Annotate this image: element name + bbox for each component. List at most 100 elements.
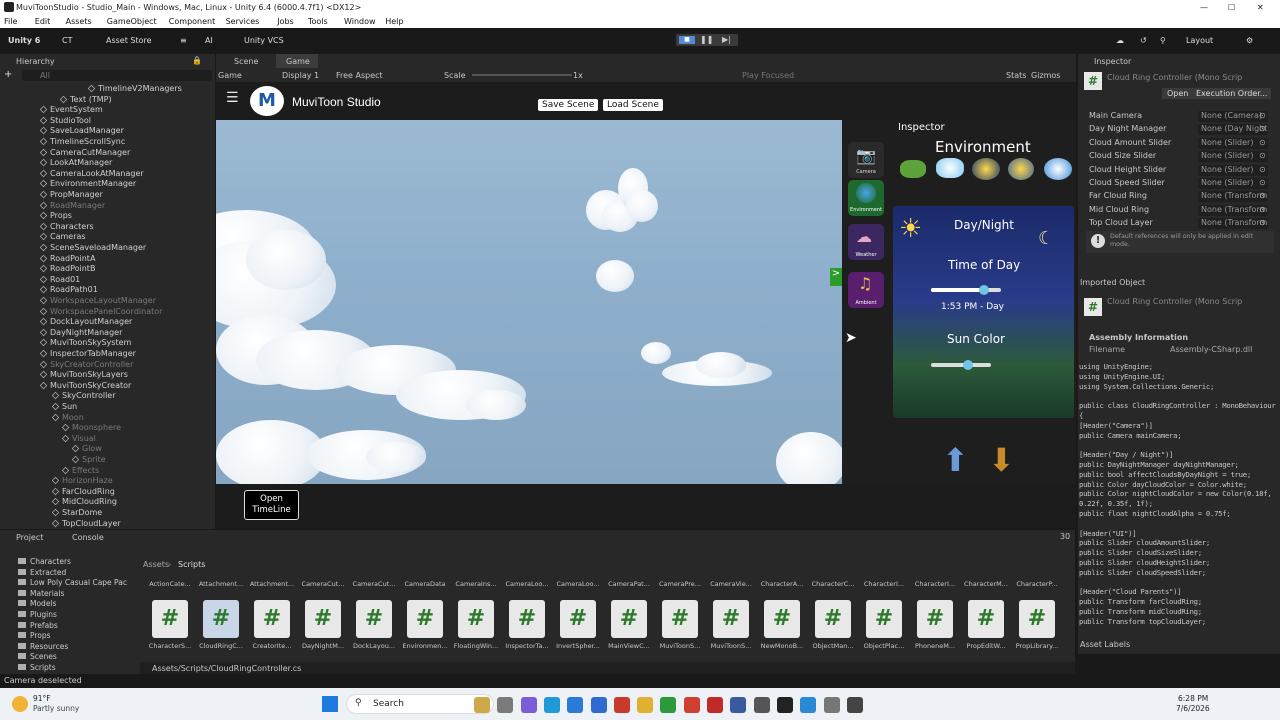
property-field[interactable]: None (Transform) xyxy=(1198,218,1268,230)
script-asset-icon[interactable]: # xyxy=(764,600,800,638)
object-picker-icon[interactable]: ⊙ xyxy=(1259,124,1266,133)
unity-vcs-button[interactable]: Unity VCS xyxy=(244,36,284,45)
hierarchy-item[interactable]: StudioTool xyxy=(0,116,213,127)
preset-sun-moon-icon[interactable] xyxy=(972,158,1000,180)
property-field[interactable]: None (Transform) xyxy=(1198,204,1268,216)
hierarchy-item[interactable]: Props xyxy=(0,211,213,222)
object-picker-icon[interactable]: ⊙ xyxy=(1259,178,1266,187)
taskbar-app-icon[interactable] xyxy=(707,697,723,713)
script-asset-icon[interactable]: # xyxy=(152,600,188,638)
sun-color-slider[interactable] xyxy=(931,360,991,370)
down-arrow-icon[interactable]: ⬇ xyxy=(988,444,1015,476)
hierarchy-item[interactable]: Glow xyxy=(0,444,213,455)
hierarchy-item[interactable]: Road01 xyxy=(0,275,213,286)
menu-item-services[interactable]: Services xyxy=(226,17,260,26)
folder-item[interactable]: Resources xyxy=(18,642,68,651)
menu-icon[interactable]: ☰ xyxy=(226,90,239,106)
hierarchy-item[interactable]: EventSystem xyxy=(0,105,213,116)
hierarchy-item[interactable]: HorizonHaze xyxy=(0,476,213,487)
folder-item[interactable]: Plugins xyxy=(18,610,57,619)
menu-item-help[interactable]: Help xyxy=(385,17,403,26)
scale-slider[interactable] xyxy=(472,74,572,76)
taskbar-app-icon[interactable] xyxy=(637,697,654,713)
unity-account-button[interactable]: Unity 6 xyxy=(8,36,40,45)
taskbar-app-icon[interactable] xyxy=(660,697,677,713)
tab-project[interactable]: Project xyxy=(16,533,43,542)
taskbar-app-icon[interactable] xyxy=(590,697,607,713)
script-asset-icon[interactable]: # xyxy=(509,600,545,638)
object-picker-icon[interactable]: ⊙ xyxy=(1259,218,1266,227)
taskbar-app-icon[interactable] xyxy=(800,697,817,713)
folder-item[interactable]: Scripts xyxy=(18,663,56,672)
script-asset-icon[interactable]: # xyxy=(713,600,749,638)
taskbar-app-icon[interactable] xyxy=(730,697,747,713)
tab-hierarchy[interactable]: Hierarchy xyxy=(16,57,55,66)
hierarchy-item[interactable]: StarDome xyxy=(0,508,213,519)
folder-item[interactable]: Scenes xyxy=(18,652,57,661)
hierarchy-item[interactable]: MuviToonSkyLayers xyxy=(0,370,213,381)
script-asset-icon[interactable]: # xyxy=(305,600,341,638)
hierarchy-item[interactable]: PropManager xyxy=(0,190,213,201)
taskbar-app-icon[interactable] xyxy=(613,697,630,713)
hierarchy-item[interactable]: SkyCreatorController xyxy=(0,360,213,371)
menu-item-edit[interactable]: Edit xyxy=(35,17,51,26)
hierarchy-item[interactable]: RoadPointB xyxy=(0,264,213,275)
taskbar-app-icon[interactable] xyxy=(520,697,537,713)
hierarchy-item[interactable]: Sun xyxy=(0,402,213,413)
hierarchy-item[interactable]: CameraLookAtManager xyxy=(0,169,213,180)
folder-item[interactable]: Characters xyxy=(18,557,71,566)
history-icon[interactable]: ↺ xyxy=(1140,36,1147,45)
play-button[interactable]: ■ xyxy=(679,36,695,44)
hierarchy-item[interactable]: Sprite xyxy=(0,455,213,466)
maximize-button[interactable]: ☐ xyxy=(1228,3,1235,12)
game-mode-dropdown[interactable]: Game xyxy=(218,71,242,80)
object-picker-icon[interactable]: ⊙ xyxy=(1259,111,1266,120)
minimize-button[interactable]: — xyxy=(1200,3,1208,12)
menu-item-window[interactable]: Window xyxy=(344,17,376,26)
hierarchy-item[interactable]: EnvironmentManager xyxy=(0,179,213,190)
script-asset-icon[interactable]: # xyxy=(560,600,596,638)
breadcrumb-assets[interactable]: Assets xyxy=(143,560,169,569)
script-asset-icon[interactable]: # xyxy=(662,600,698,638)
game-viewport[interactable] xyxy=(216,120,842,484)
preset-storm-icon[interactable] xyxy=(1044,158,1072,180)
ai-button[interactable]: AI xyxy=(205,36,213,45)
property-field[interactable]: None (Day Night Mana xyxy=(1198,124,1268,136)
taskbar-app-icon[interactable] xyxy=(683,697,700,713)
taskbar-app-icon[interactable] xyxy=(846,697,863,713)
open-button[interactable]: Open xyxy=(1162,88,1194,99)
object-picker-icon[interactable]: ⊙ xyxy=(1259,151,1266,160)
hierarchy-item[interactable]: WorkspaceLayoutManager xyxy=(0,296,213,307)
property-field[interactable]: None (Camera) xyxy=(1198,111,1268,122)
menu-item-gameobject[interactable]: GameObject xyxy=(107,17,157,26)
hierarchy-item[interactable]: MuviToonSkySystem xyxy=(0,338,213,349)
hierarchy-item[interactable]: Cameras xyxy=(0,232,213,243)
taskbar-app-icon[interactable] xyxy=(753,697,770,713)
folder-item[interactable]: Materials xyxy=(18,589,64,598)
menu-item-component[interactable]: Component xyxy=(169,17,215,26)
weather-tool-button[interactable]: ☁ Weather xyxy=(848,224,884,260)
property-field[interactable]: None (Slider) xyxy=(1198,178,1268,189)
hierarchy-item[interactable]: RoadPointA xyxy=(0,254,213,265)
script-asset-icon[interactable]: # xyxy=(356,600,392,638)
hierarchy-item[interactable]: DockLayoutManager xyxy=(0,317,213,328)
object-picker-icon[interactable]: ⊙ xyxy=(1259,138,1266,147)
folder-item[interactable]: Extracted xyxy=(18,568,66,577)
hierarchy-item[interactable]: CameraCutManager xyxy=(0,148,213,159)
execution-order-button[interactable]: Execution Order... xyxy=(1192,88,1272,99)
menu-item-jobs[interactable]: Jobs xyxy=(277,17,294,26)
hierarchy-item[interactable]: Text (TMP) xyxy=(0,95,213,106)
ambient-tool-button[interactable]: ♫ Ambient xyxy=(848,272,884,308)
hierarchy-item[interactable]: MidCloudRing xyxy=(0,497,213,508)
taskbar-app-icon[interactable] xyxy=(474,697,490,713)
script-asset-icon[interactable]: # xyxy=(254,600,290,638)
expand-arrow-icon[interactable]: > xyxy=(830,268,842,286)
menu-item-file[interactable]: File xyxy=(4,17,17,26)
folder-item[interactable]: Models xyxy=(18,599,56,608)
folder-item[interactable]: Prefabs xyxy=(18,621,58,630)
close-window-button[interactable]: ✕ xyxy=(1257,3,1264,12)
display-dropdown[interactable]: Display 1 xyxy=(282,71,319,80)
script-asset-icon[interactable]: # xyxy=(458,600,494,638)
script-asset-icon[interactable]: # xyxy=(866,600,902,638)
preset-house-icon[interactable] xyxy=(1008,158,1034,180)
